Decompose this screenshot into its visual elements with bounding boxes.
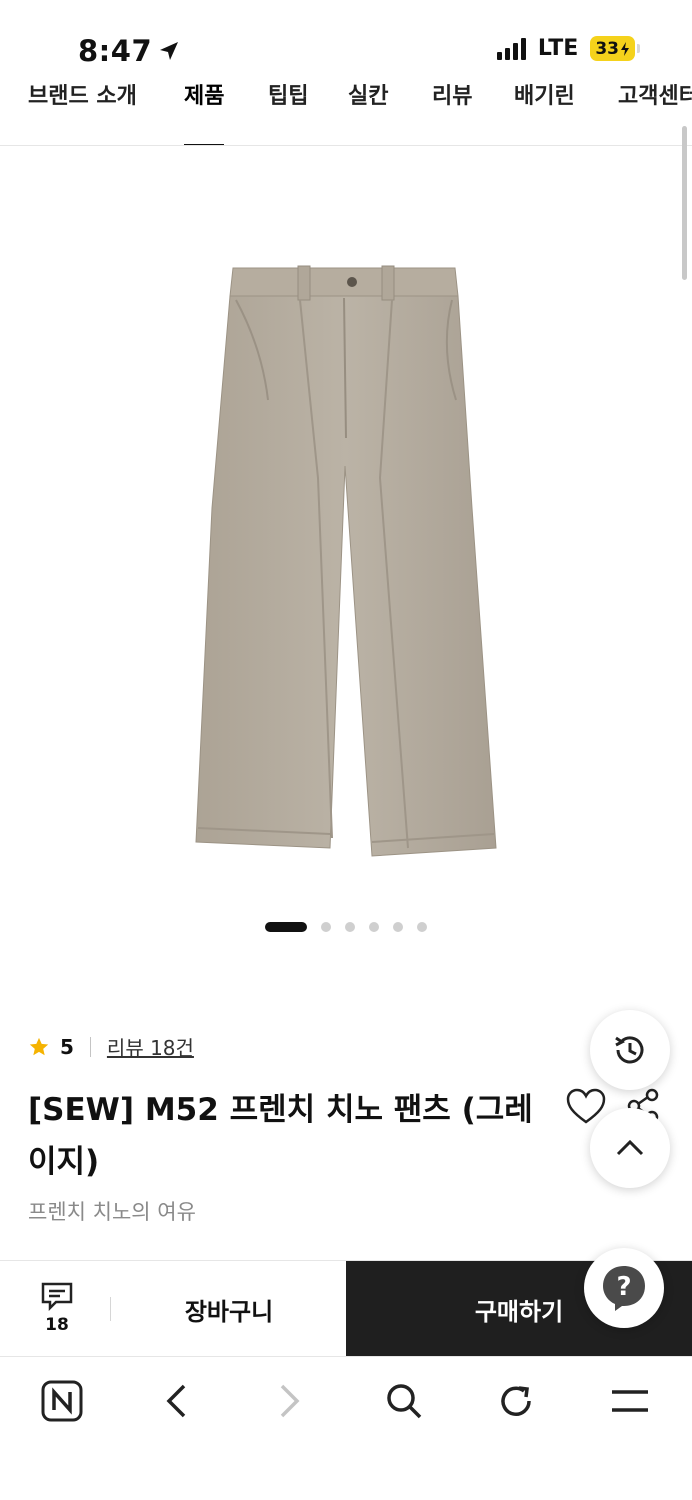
rating-value: 5 — [60, 1034, 74, 1059]
product-subtitle: 프렌치 치노의 여유 — [28, 1200, 196, 1224]
tab-support[interactable]: 고객센터 — [618, 82, 692, 145]
battery-level: 33 — [595, 38, 619, 59]
battery-icon: 33 — [590, 36, 640, 61]
status-time: 8:47 — [78, 34, 180, 68]
refresh-icon — [501, 1386, 531, 1416]
section-tabs: 브랜드 소개 제품 팁팁 실칸 리뷰 배기린 고객센터 — [0, 82, 692, 146]
tab-fit[interactable]: 실칸 — [348, 82, 388, 145]
network-type: LTE — [537, 36, 579, 61]
tab-brand[interactable]: 브랜드 소개 — [28, 82, 137, 145]
forward-button[interactable] — [266, 1379, 314, 1423]
carousel-dot[interactable] — [321, 922, 331, 932]
back-button[interactable] — [152, 1379, 200, 1423]
status-indicators: LTE 33 — [496, 36, 640, 61]
pants-image — [195, 265, 497, 857]
menu-icon — [612, 1390, 648, 1412]
star-icon — [29, 1037, 49, 1055]
history-icon — [615, 1036, 644, 1064]
divider — [110, 1297, 111, 1321]
chevron-up-icon — [616, 1139, 644, 1156]
search-button[interactable] — [380, 1379, 428, 1423]
refresh-button[interactable] — [492, 1379, 540, 1423]
review-count-link[interactable]: 리뷰 18건 — [107, 1032, 194, 1061]
signal-icon — [496, 37, 526, 60]
menu-button[interactable] — [606, 1379, 654, 1423]
rating-row: 5 리뷰 18건 — [28, 1032, 194, 1061]
location-arrow-icon — [160, 42, 179, 60]
help-button[interactable]: ? — [584, 1248, 664, 1328]
talk-button[interactable]: 18 — [36, 1281, 78, 1335]
chevron-left-icon — [166, 1384, 186, 1418]
carousel-dot[interactable] — [369, 922, 379, 932]
chat-icon — [41, 1282, 73, 1311]
carousel-indicator[interactable] — [0, 922, 692, 932]
carousel-dot[interactable] — [345, 922, 355, 932]
divider — [89, 1036, 91, 1057]
scroll-top-button[interactable] — [590, 1108, 670, 1188]
tab-review[interactable]: 리뷰 — [432, 82, 472, 145]
talk-count: 18 — [45, 1315, 69, 1335]
recent-history-button[interactable] — [590, 1010, 670, 1090]
tab-tip[interactable]: 팁팁 — [268, 82, 308, 145]
svg-text:?: ? — [616, 1272, 631, 1302]
product-title: [SEW] M52 프렌치 치노 팬츠 (그레이지) — [28, 1092, 533, 1180]
tab-product[interactable]: 제품 — [184, 82, 225, 145]
help-icon: ? — [603, 1266, 645, 1311]
product-image[interactable] — [0, 148, 692, 888]
active-tab-underline — [184, 144, 225, 145]
time-text: 8:47 — [78, 34, 153, 68]
naver-home-icon — [41, 1380, 83, 1422]
search-icon — [387, 1384, 422, 1419]
add-to-cart-button[interactable]: 장바구니 — [112, 1261, 346, 1357]
carousel-dot-active[interactable] — [265, 922, 307, 932]
carousel-dot[interactable] — [417, 922, 427, 932]
naver-home-button[interactable] — [38, 1379, 86, 1423]
browser-toolbar — [0, 1356, 692, 1500]
tab-shipping[interactable]: 배기린 — [514, 82, 575, 145]
carousel-dot[interactable] — [393, 922, 403, 932]
chevron-right-icon — [280, 1384, 300, 1418]
